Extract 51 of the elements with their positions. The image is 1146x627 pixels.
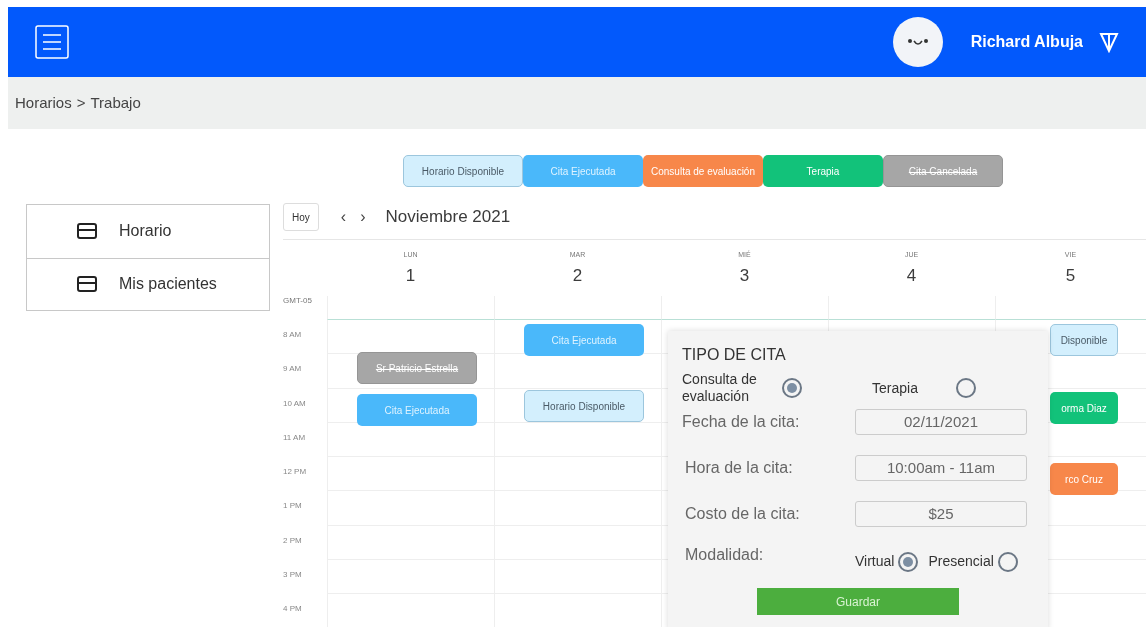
breadcrumb-separator: > — [76, 92, 86, 113]
legend-tag: Consulta de evaluación — [643, 155, 763, 187]
hour-label: 2 PM — [283, 534, 302, 547]
month-title: Noviembre 2021 — [385, 206, 511, 229]
radio-button[interactable] — [956, 378, 976, 398]
field-label: Modalidad: — [684, 545, 765, 565]
event-block[interactable]: Disponible — [1050, 324, 1118, 356]
timezone-label: GMT-05 — [283, 295, 312, 307]
day-number: 2 — [572, 264, 583, 287]
legend-tag: Cita Cancelada — [883, 155, 1003, 187]
hour-label: 9 AM — [283, 363, 302, 376]
legend-tag: Cita Ejecutada — [523, 155, 643, 187]
user-name: Richard Albuja — [970, 32, 1083, 52]
hour-label: 12 PM — [283, 466, 307, 479]
breadcrumb-link[interactable]: Horarios — [15, 91, 72, 115]
legend-tag: Terapia — [763, 155, 883, 187]
hour-label: 8 AM — [283, 329, 302, 341]
menu-icon[interactable] — [35, 25, 69, 59]
day-number: 3 — [739, 264, 750, 287]
day-number: 1 — [405, 264, 416, 287]
day-number: 4 — [906, 264, 917, 287]
card-icon — [77, 223, 97, 240]
legend-tag: Horario Disponible — [403, 155, 523, 187]
option-label: Consulta de evaluación — [682, 371, 758, 405]
field-label: Hora de la cita: — [684, 458, 794, 478]
hour-label: 3 PM — [283, 569, 302, 582]
previous-button[interactable]: ‹ — [340, 205, 347, 229]
event-block[interactable]: Horario Disponible — [524, 390, 644, 422]
hour-label: 11 AM — [283, 431, 306, 444]
hour-label: 1 PM — [283, 500, 302, 513]
radio-button[interactable] — [898, 551, 919, 572]
today-button[interactable]: Hoy — [283, 203, 319, 231]
input-field[interactable]: 10:00am - 11am — [855, 455, 1027, 481]
option-label: Terapia — [872, 378, 919, 398]
triangle-down-icon[interactable] — [1099, 31, 1119, 53]
input-field[interactable]: 02/11/2021 — [855, 409, 1027, 435]
option-label: Presencial — [928, 552, 994, 571]
popup-title: TIPO DE CITA — [682, 345, 787, 365]
input-field[interactable]: $25 — [855, 501, 1027, 527]
hour-label: 4 PM — [283, 603, 302, 616]
radio-button[interactable] — [782, 378, 802, 398]
field-label: Fecha de la cita: — [682, 412, 801, 432]
option-label: Virtual — [855, 552, 895, 571]
field-label: Costo de la cita: — [684, 504, 801, 524]
smiley-avatar-icon[interactable] — [892, 17, 943, 67]
day-number: 5 — [1065, 264, 1076, 287]
next-button[interactable]: › — [360, 205, 366, 229]
hour-label: 10 AM — [283, 397, 306, 410]
radio-button[interactable] — [997, 551, 1018, 572]
card-icon — [77, 276, 97, 293]
breadcrumb-link[interactable]: Trabajo — [90, 91, 141, 115]
